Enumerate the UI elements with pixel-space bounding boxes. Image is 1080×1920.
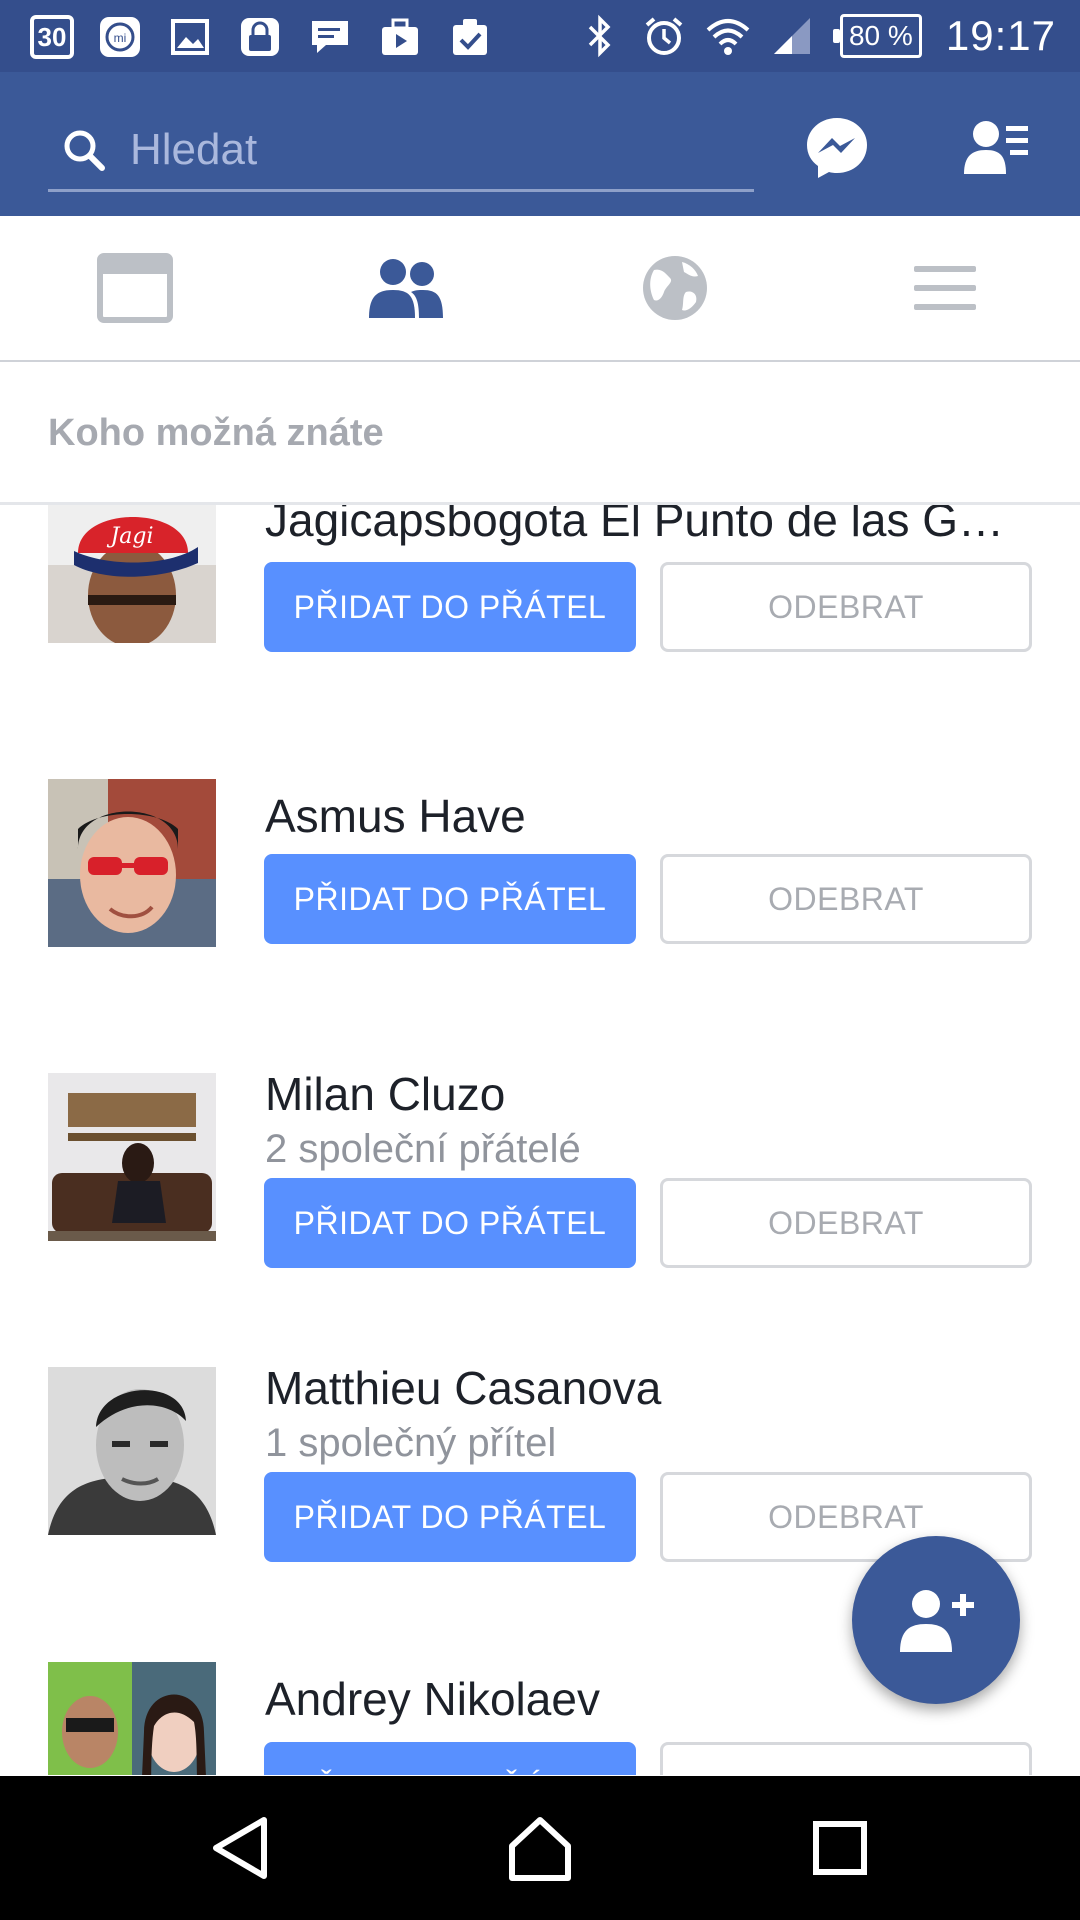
mutual-friends: 1 společný přítel	[265, 1421, 557, 1465]
remove-button[interactable]: ODEBRAT	[660, 562, 1032, 652]
add-friend-button[interactable]: PŘIDAT DO PŘÁTEL	[264, 1472, 636, 1562]
home-button[interactable]	[500, 1808, 580, 1888]
signal-icon	[768, 12, 816, 60]
add-friend-button[interactable]: PŘIDAT DO PŘÁTEL	[264, 1178, 636, 1268]
remove-button[interactable]: ODEBRAT	[660, 854, 1032, 944]
list-item: Asmus Have PŘIDAT DO PŘÁTEL ODEBRAT	[0, 779, 1080, 979]
recents-button[interactable]	[800, 1808, 880, 1888]
add-friend-button[interactable]: PŘIDAT DO PŘÁTEL	[264, 562, 636, 652]
avatar[interactable]	[48, 1662, 216, 1775]
home-icon	[509, 1817, 571, 1881]
add-friend-fab[interactable]	[852, 1536, 1020, 1704]
lock-icon	[236, 13, 284, 61]
friend-requests-button[interactable]	[960, 112, 1032, 184]
messenger-icon	[807, 118, 867, 178]
list-item: Jagi Jagicapsbogota El Punto de las G… P…	[0, 505, 1080, 715]
tab-bar	[0, 216, 1080, 362]
add-friend-button[interactable]: PŘIDAT DO PŘÁTEL	[264, 854, 636, 944]
search-bar[interactable]	[48, 110, 754, 192]
back-button[interactable]	[202, 1808, 282, 1888]
notification-icons: 30 mi	[30, 12, 494, 62]
avatar[interactable]: Jagi	[48, 505, 216, 653]
avatar[interactable]	[48, 1367, 216, 1535]
remove-button[interactable]: ODEBRAT	[660, 1178, 1032, 1268]
navigation-bar	[0, 1776, 1080, 1920]
add-friend-button[interactable]: PŘIDAT DO PŘÁTEL	[264, 1742, 636, 1775]
alarm-icon	[640, 12, 688, 60]
menu-icon	[914, 266, 976, 310]
person-name[interactable]: Jagicapsbogota El Punto de las G…	[265, 505, 1045, 547]
battery-indicator: 80 %	[832, 14, 922, 58]
section-title: Koho možná znáte	[48, 412, 384, 454]
recents-icon	[813, 1821, 867, 1875]
friend-requests-icon	[964, 121, 1028, 174]
app-header	[0, 72, 1080, 216]
messenger-button[interactable]	[801, 112, 873, 184]
svg-text:mi: mi	[114, 31, 127, 45]
bluetooth-icon	[576, 12, 624, 60]
calendar-icon: 30	[30, 15, 74, 59]
tab-notifications[interactable]	[635, 251, 715, 325]
tab-news-feed[interactable]	[95, 251, 175, 325]
gallery-icon	[166, 13, 214, 61]
tab-menu[interactable]	[905, 251, 985, 325]
remove-button[interactable]: ODEBRAT	[660, 1742, 1032, 1775]
mi-icon: mi	[96, 13, 144, 61]
clock: 19:17	[945, 12, 1056, 59]
globe-icon	[643, 256, 707, 320]
screen: 30 mi 80 % 19:17 Hledat Koho možná znáte…	[0, 0, 1080, 1920]
wifi-icon	[704, 12, 752, 60]
avatar[interactable]	[48, 1073, 216, 1241]
news-feed-icon	[97, 253, 173, 323]
video-icon	[376, 13, 424, 61]
search-icon	[64, 130, 105, 171]
clipboard-check-icon	[446, 13, 494, 61]
friends-icon	[369, 259, 443, 318]
mutual-friends: 2 společní přátelé	[265, 1127, 581, 1171]
avatar[interactable]	[48, 779, 216, 947]
add-friend-icon	[900, 1590, 974, 1652]
list-item: Milan Cluzo 2 společní přátelé PŘIDAT DO…	[0, 1068, 1080, 1303]
message-icon	[306, 13, 354, 61]
svg-text:Jagi: Jagi	[106, 524, 153, 549]
person-name[interactable]: Matthieu Casanova	[265, 1361, 1045, 1415]
tab-friends[interactable]	[366, 251, 446, 325]
back-icon	[213, 1817, 267, 1879]
system-icons: 80 % 19:17	[576, 0, 1056, 72]
status-bar: 30 mi 80 % 19:17	[0, 0, 1080, 72]
person-name[interactable]: Milan Cluzo	[265, 1067, 1045, 1121]
person-name[interactable]: Asmus Have	[265, 789, 1045, 843]
search-input[interactable]	[130, 124, 710, 175]
